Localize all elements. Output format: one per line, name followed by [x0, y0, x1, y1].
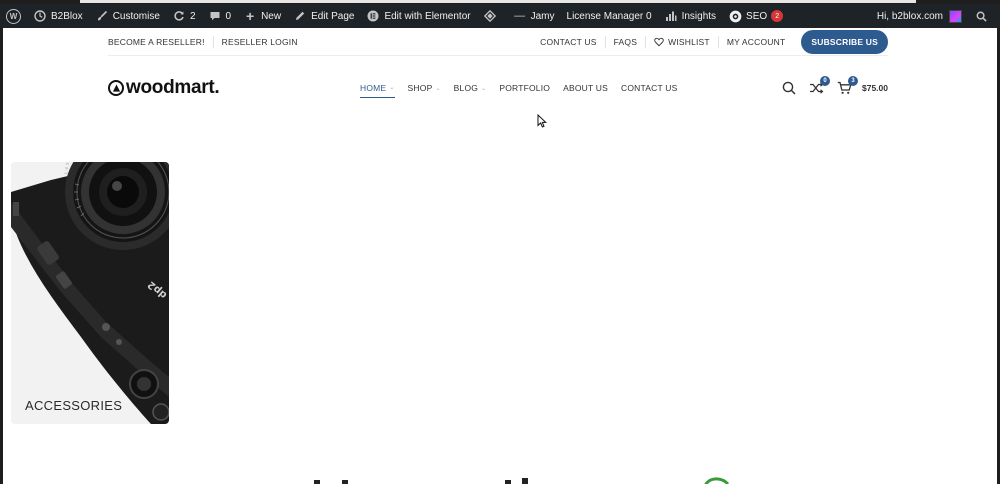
search-icon	[974, 9, 988, 23]
edit-elementor-link[interactable]: Edit with Elementor	[360, 4, 476, 28]
cart-button[interactable]: 3	[837, 76, 858, 95]
new-label: New	[261, 10, 282, 22]
become-reseller-link[interactable]: BECOME A RESELLER!	[108, 35, 214, 48]
nav-blog[interactable]: BLOG ⌄	[454, 79, 487, 97]
new-content-menu[interactable]: + New	[237, 4, 287, 28]
nav-portfolio-label: PORTFOLIO	[499, 83, 551, 93]
greeting-label: Hi, b2blox.com	[876, 10, 943, 22]
mouse-cursor-icon	[537, 114, 547, 128]
diamond-icon	[483, 9, 497, 23]
nav-home-label: HOME	[360, 82, 387, 93]
nav-home[interactable]: HOME ⌄	[360, 79, 395, 98]
subscribe-button[interactable]: SUBSCRIBE US	[801, 29, 888, 54]
cut-off-heading-glyphs	[314, 477, 730, 484]
cart-total[interactable]: $75.00	[862, 83, 888, 93]
my-account-link[interactable]: MY ACCOUNT	[719, 36, 794, 48]
compare-count-badge: 0	[820, 76, 830, 86]
logo-text: woodmart.	[126, 77, 220, 98]
reseller-login-link[interactable]: RESELLER LOGIN	[214, 36, 306, 48]
wp-logo-menu[interactable]: W	[0, 4, 27, 28]
header-tools: 0 3 $75.00	[769, 70, 888, 106]
nav-contact-label: CONTACT US	[621, 83, 678, 93]
license-manager-label: License Manager 0	[566, 10, 652, 22]
main-header: woodmart. HOME ⌄ SHOP ⌄ BLOG ⌄ PORTFOLIO…	[108, 70, 888, 106]
seo-menu[interactable]: SEO 2	[722, 4, 789, 28]
seo-notification-badge: 2	[771, 10, 784, 22]
home-dashboard-icon	[33, 9, 47, 23]
admin-search[interactable]	[968, 4, 1000, 28]
updates-icon	[172, 9, 186, 23]
tree-logo-icon	[108, 80, 124, 96]
edit-page-label: Edit Page	[311, 10, 355, 22]
bar-chart-icon	[664, 9, 678, 23]
header-search-button[interactable]	[782, 81, 796, 95]
insights-link[interactable]: Insights	[658, 4, 722, 28]
dash-icon: —	[514, 10, 526, 22]
category-card-accessories[interactable]: 1:4.5 45 Ø49 SIGMA dp2 ACCESSORIES	[11, 162, 169, 424]
main-navigation: HOME ⌄ SHOP ⌄ BLOG ⌄ PORTFOLIO ABOUT US …	[360, 70, 690, 106]
wishlist-link[interactable]: WISHLIST	[646, 35, 719, 48]
seo-gear-icon	[728, 9, 742, 23]
seo-label: SEO	[746, 10, 768, 22]
my-account-menu[interactable]: Hi, b2blox.com	[871, 4, 968, 28]
nav-blog-label: BLOG	[453, 83, 479, 93]
site-name-menu[interactable]: B2Blox	[27, 4, 89, 28]
chevron-down-icon: ⌄	[389, 85, 395, 91]
compare-button[interactable]: 0	[809, 76, 830, 95]
updates-link[interactable]: 2	[166, 4, 202, 28]
license-manager-link[interactable]: License Manager 0	[561, 4, 658, 28]
header-top-bar: BECOME A RESELLER! RESELLER LOGIN CONTAC…	[108, 28, 888, 56]
avatar	[949, 9, 962, 23]
window-edge-left	[0, 0, 3, 484]
wishlist-label: WISHLIST	[668, 36, 710, 47]
cart-count-badge: 3	[848, 76, 858, 86]
plus-icon: +	[245, 8, 255, 24]
faqs-link[interactable]: FAQS	[606, 35, 647, 48]
wordpress-icon: W	[6, 8, 21, 24]
nav-about-label: ABOUT US	[563, 83, 608, 93]
comments-count: 0	[225, 10, 232, 22]
nav-contact-us[interactable]: CONTACT US	[621, 79, 677, 97]
paintbrush-icon	[95, 9, 109, 23]
theme-diamond-menu[interactable]	[477, 4, 507, 28]
chevron-down-icon: ⌄	[435, 85, 441, 92]
topbar-contact-link[interactable]: CONTACT US	[540, 35, 606, 48]
nav-shop-label: SHOP	[407, 83, 433, 93]
camera-image	[11, 162, 169, 424]
heart-icon	[654, 37, 664, 46]
pencil-icon	[293, 9, 307, 23]
user-jamy-link[interactable]: — Jamy	[507, 4, 561, 28]
category-label: ACCESSORIES	[25, 398, 123, 413]
browser-viewport: W B2Blox Customise 2 0 + New Edit Page E…	[0, 0, 1000, 484]
user-jamy-label: Jamy	[530, 10, 555, 22]
nav-shop[interactable]: SHOP ⌄	[408, 79, 441, 97]
comment-bubble-icon	[208, 9, 222, 23]
nav-about-us[interactable]: ABOUT US	[563, 79, 608, 97]
insights-label: Insights	[681, 10, 717, 22]
customise-label: Customise	[112, 10, 160, 22]
search-icon	[782, 81, 796, 95]
chevron-down-icon: ⌄	[481, 85, 487, 92]
comments-link[interactable]: 0	[202, 4, 238, 28]
elementor-icon	[366, 9, 380, 23]
wp-admin-bar: W B2Blox Customise 2 0 + New Edit Page E…	[0, 4, 1000, 28]
site-logo[interactable]: woodmart.	[108, 77, 220, 99]
updates-count: 2	[189, 10, 196, 22]
nav-portfolio[interactable]: PORTFOLIO	[499, 79, 550, 97]
edit-elementor-label: Edit with Elementor	[384, 10, 471, 22]
customise-link[interactable]: Customise	[89, 4, 166, 28]
edit-page-link[interactable]: Edit Page	[287, 4, 360, 28]
site-name: B2Blox	[51, 10, 83, 22]
